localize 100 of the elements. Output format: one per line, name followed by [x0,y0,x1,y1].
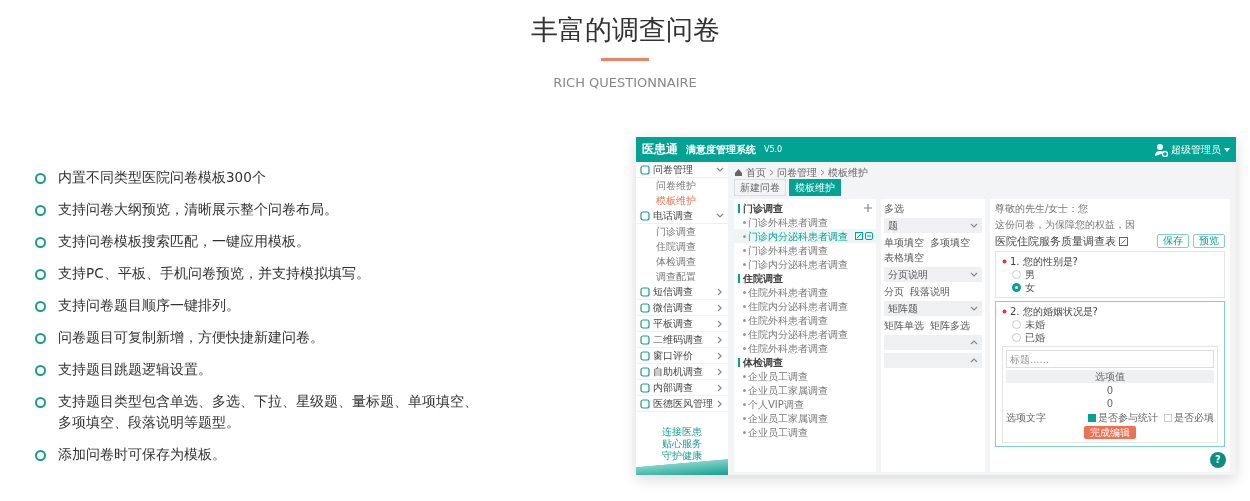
template-item[interactable]: 门诊内分泌科患者调查 [734,257,876,271]
title-underline [601,58,649,61]
template-item[interactable]: 住院外科患者调查 [734,285,876,299]
edit-icon[interactable] [855,232,863,240]
template-item[interactable]: 住院内分泌科患者调查 [734,299,876,313]
user-settings-icon [1154,142,1168,157]
question-number: 2. [1010,305,1020,318]
sidebar-item[interactable]: 二维码调查 [636,332,728,348]
template-item[interactable]: 个人VIP调查 [734,397,876,411]
tab[interactable]: 新建问卷 [734,179,786,196]
component-group-header[interactable]: 分页说明 [884,267,982,282]
template-item[interactable]: 住院外科患者调查 [734,341,876,355]
save-button[interactable]: 保存 [1157,234,1189,248]
tab[interactable]: 模板维护 [789,179,841,196]
question-type-option[interactable]: 分页 [884,285,904,298]
version-label: V5.0 [764,144,783,156]
feature-text: 支持PC、平板、手机问卷预览，并支持模拟填写。 [58,264,371,283]
sidebar-item[interactable]: 平板调查 [636,316,728,332]
sidebar-item[interactable]: 窗口评价 [636,348,728,364]
checkbox[interactable] [1164,413,1172,422]
template-item[interactable]: 住院内分泌科患者调查 [734,327,876,341]
template-item[interactable]: 门诊内分泌科患者调查 [734,229,876,243]
sidebar-item[interactable]: 问卷管理 [636,162,728,178]
template-item[interactable]: 企业员工调查 [734,369,876,383]
intro-text: 这份问卷，为保障您的权益，因 [995,218,1136,231]
add-icon[interactable] [864,204,872,212]
breadcrumb-item[interactable]: 问卷管理 [777,165,817,179]
bullet-icon [743,248,746,252]
slogan-text: 连接医患 [662,426,702,438]
required-icon [1002,309,1007,314]
breadcrumb-item[interactable]: 首页 [746,165,766,179]
menu-icon [640,366,650,377]
bullet-icon [35,237,46,248]
question-type-option[interactable]: 单项填空 [884,236,924,249]
option-label: 已婚 [1025,331,1045,344]
user-name[interactable]: 超级管理员 [1171,143,1221,156]
bullet-icon [743,234,746,238]
intro-text: 尊敬的先生/女士：您 [995,202,1090,215]
component-group-header[interactable]: 题 [884,218,982,233]
checkbox[interactable] [1088,413,1096,422]
bullet-icon [743,304,746,308]
question-type-option[interactable]: 多选 [884,202,904,215]
question-type-option[interactable]: 多项填空 [930,236,970,249]
question-type-option[interactable]: 段落说明 [910,285,950,298]
option-label: 男 [1025,268,1035,281]
menu-icon [640,302,650,313]
question-type-option[interactable]: 矩阵单选 [884,319,924,332]
bullet-icon [743,318,746,322]
required-icon [1002,259,1007,264]
question-text: 您的性别是? [1022,255,1078,268]
menu-icon [640,318,650,329]
edit-icon[interactable] [1119,236,1128,246]
breadcrumb-item[interactable]: 模板维护 [828,165,868,179]
feature-text: 支持题目跳题逻辑设置。 [58,360,213,379]
group-marker [738,357,740,367]
sidebar-item[interactable]: 电话调查 [636,208,728,224]
question-text: 您的婚姻状况是? [1022,305,1098,318]
sidebar-item[interactable]: 内部调查 [636,380,728,396]
question-type-option[interactable]: 矩阵多选 [930,319,970,332]
feature-text: 内置不同类型医院问卷模板300个 [58,168,267,187]
option-label: 女 [1025,281,1035,294]
checkbox-label: 是否参与统计 [1098,411,1158,424]
bullet-icon [743,290,746,294]
sidebar-item[interactable]: 医德医风管理 [636,396,728,412]
help-button[interactable]: ? [1210,452,1226,468]
bullet-icon [743,346,746,350]
component-group-header[interactable]: 矩阵题 [884,301,982,316]
menu-icon [640,164,650,175]
bullet-icon [743,220,746,224]
question-type-option[interactable]: 表格填空 [884,251,924,264]
template-item[interactable]: 企业员工调查 [734,425,876,439]
table-cell-text: 0 [1105,398,1115,409]
app-logo: 医患通 [642,143,678,156]
menu-icon [640,382,650,393]
template-item[interactable]: 门诊外科患者调查 [734,243,876,257]
feature-text: 添加问卷时可保存为模板。 [58,445,227,464]
bullet-icon [743,262,746,266]
copy-icon[interactable] [865,232,873,240]
template-item[interactable]: 门诊外科患者调查 [734,215,876,229]
preview-button[interactable]: 预览 [1193,234,1225,248]
title-field[interactable]: 标题...... [1006,350,1214,368]
sidebar-item[interactable]: 微信调查 [636,300,728,316]
menu-icon [640,210,650,221]
bullet-icon [743,416,746,420]
done-button[interactable]: 完成编辑 [1084,426,1136,439]
template-item[interactable]: 企业员工家属调查 [734,411,876,425]
template-item[interactable]: 住院外科患者调查 [734,313,876,327]
feature-text: 支持问卷题目顺序一键排列。 [58,296,241,315]
option-text-label: 选项文字 [1006,411,1046,424]
template-item[interactable]: 企业员工家属调查 [734,383,876,397]
group-title: 住院调查 [743,271,783,285]
sidebar-item[interactable]: 短信调查 [636,284,728,300]
home-icon [734,167,743,177]
feature-text: 支持题目类型包含单选、多选、下拉、星级题、量标题、单项填空、多项填空、段落说明等题型。 [58,392,479,432]
feature-text: 支持问卷大纲预览，清晰展示整个问卷布局。 [58,200,339,219]
bullet-icon [35,173,46,184]
radio-button[interactable] [1012,283,1021,292]
bullet-icon [743,402,746,406]
sidebar-item[interactable]: 自助机调查 [636,364,728,380]
bullet-icon [35,365,46,376]
